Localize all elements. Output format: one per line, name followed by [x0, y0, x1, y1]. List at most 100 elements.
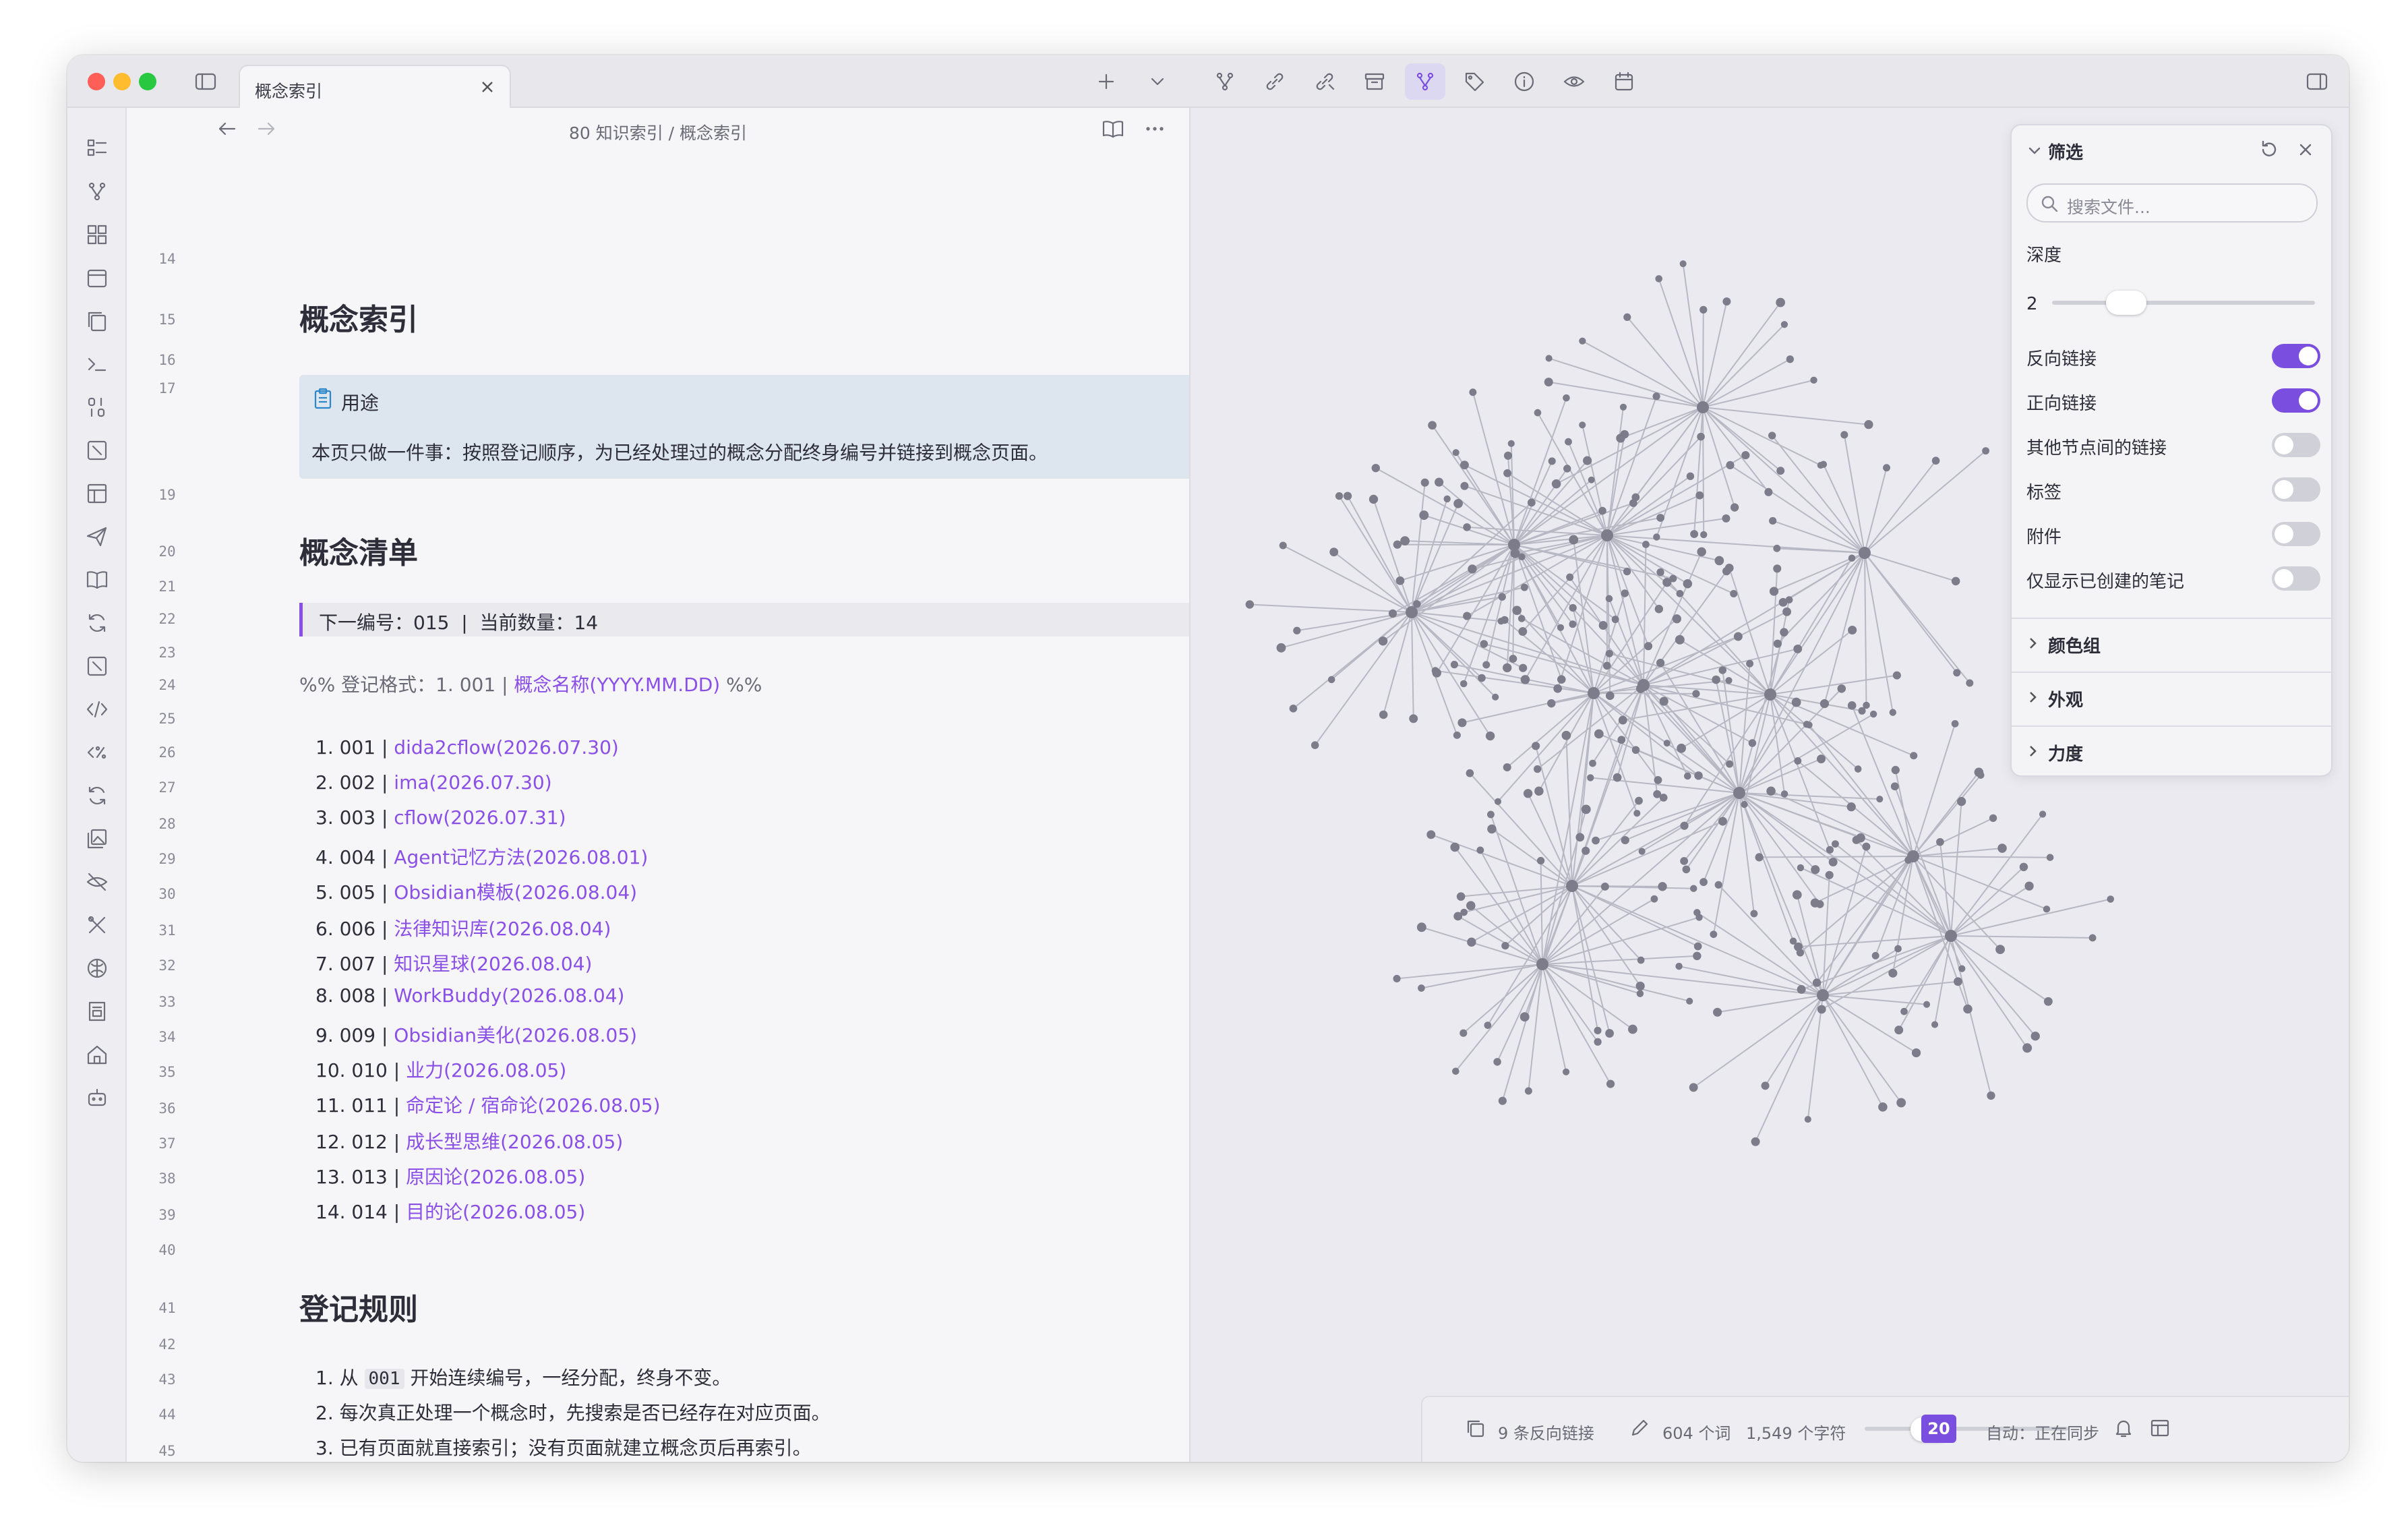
graph-node[interactable]: [2019, 862, 2028, 872]
graph-node[interactable]: [1693, 951, 1702, 961]
graph-node[interactable]: [1650, 895, 1658, 903]
graph-node[interactable]: [1982, 447, 1990, 455]
graph-node[interactable]: [1503, 451, 1513, 460]
close-window-button[interactable]: [88, 73, 105, 90]
graph-node[interactable]: [1527, 498, 1536, 507]
filter-section-label[interactable]: 外观: [2048, 686, 2083, 711]
concept-link[interactable]: Agent记忆方法(2026.08.01): [394, 846, 648, 868]
graph-hub-node[interactable]: [1907, 850, 1919, 862]
graph-node[interactable]: [1532, 742, 1540, 750]
graph-node[interactable]: [1509, 655, 1517, 663]
backlinks-count[interactable]: 9 条反向链接: [1498, 1420, 1594, 1444]
graph-node[interactable]: [1551, 479, 1561, 489]
sync-status[interactable]: 自动：正在同步: [1986, 1420, 2099, 1444]
graph-node[interactable]: [1311, 741, 1319, 749]
graph-node[interactable]: [1977, 771, 1985, 779]
graph-node[interactable]: [1695, 491, 1704, 500]
graph-node[interactable]: [1459, 1029, 1468, 1037]
graph-node[interactable]: [1594, 1026, 1602, 1035]
graph-node[interactable]: [1780, 321, 1788, 328]
graph-node[interactable]: [1812, 978, 1822, 987]
graph-node[interactable]: [1722, 297, 1731, 306]
graph-node[interactable]: [1699, 878, 1708, 887]
concept-link[interactable]: 法律知识库(2026.08.04): [394, 918, 611, 940]
graph-node[interactable]: [1575, 833, 1585, 842]
depth-slider-thumb[interactable]: [2106, 291, 2146, 315]
graph-node[interactable]: [1963, 1004, 1973, 1014]
graph-node[interactable]: [1388, 609, 1397, 618]
chevron-down-icon[interactable]: [2024, 140, 2045, 162]
outline-icon[interactable]: [85, 136, 109, 160]
graph-node[interactable]: [1654, 605, 1664, 614]
graph-node[interactable]: [1869, 710, 1877, 718]
graph-node[interactable]: [1699, 305, 1708, 314]
graph-node[interactable]: [1751, 1137, 1760, 1146]
graph-node[interactable]: [1623, 313, 1631, 322]
graph-node[interactable]: [1583, 456, 1592, 465]
graph-node[interactable]: [1480, 640, 1488, 648]
graph-node[interactable]: [1782, 607, 1792, 616]
graph-node[interactable]: [1811, 865, 1820, 875]
graph-node[interactable]: [1395, 576, 1405, 585]
graph-node[interactable]: [1848, 625, 1857, 635]
concept-link[interactable]: 业力(2026.08.05): [406, 1059, 566, 1082]
graph-node[interactable]: [1619, 403, 1627, 411]
graph-node[interactable]: [1517, 615, 1526, 622]
outgoing-links-icon[interactable]: [1263, 70, 1286, 93]
graph-node[interactable]: [1469, 388, 1477, 396]
layout-icon[interactable]: [85, 481, 109, 506]
comment-link[interactable]: 概念名称(YYYY.MM.DD): [514, 674, 720, 696]
bot-icon[interactable]: [85, 1086, 109, 1110]
graph-node[interactable]: [1426, 830, 1436, 839]
graph-node[interactable]: [1746, 659, 1754, 668]
graph-node[interactable]: [1487, 824, 1497, 834]
graph-node[interactable]: [1710, 930, 1718, 939]
graph-node[interactable]: [1524, 1087, 1532, 1095]
graph-node[interactable]: [1520, 675, 1530, 684]
graph-node[interactable]: [1741, 801, 1748, 808]
graph-node[interactable]: [1413, 600, 1421, 608]
graph-node[interactable]: [1718, 666, 1727, 674]
graph-node[interactable]: [1690, 530, 1699, 538]
graph-node[interactable]: [1416, 922, 1426, 932]
graph-node[interactable]: [1923, 1001, 1931, 1008]
graph-node[interactable]: [1460, 481, 1469, 490]
graph-node[interactable]: [1654, 775, 1662, 784]
concept-link[interactable]: WorkBuddy(2026.08.04): [394, 984, 624, 1007]
concept-link[interactable]: dida2cflow(2026.07.30): [394, 736, 619, 759]
graph-hub-node[interactable]: [1637, 679, 1650, 691]
graph-node[interactable]: [1689, 1083, 1698, 1092]
graph-node[interactable]: [1371, 463, 1380, 473]
graph-node[interactable]: [1562, 1068, 1570, 1075]
graph-node[interactable]: [1466, 901, 1476, 910]
graph-node[interactable]: [1379, 710, 1388, 719]
graph-node[interactable]: [1953, 669, 1961, 677]
graph-node[interactable]: [1579, 421, 1586, 429]
graph-node[interactable]: [1652, 392, 1660, 401]
graph-node[interactable]: [1769, 587, 1779, 596]
graph-node[interactable]: [2043, 906, 2051, 913]
graph-node[interactable]: [1589, 759, 1596, 767]
graph-node[interactable]: [1523, 789, 1533, 798]
graph-node[interactable]: [1837, 684, 1846, 693]
concept-link[interactable]: 知识星球(2026.08.04): [394, 953, 592, 975]
graph-node[interactable]: [1776, 297, 1786, 307]
graph-node[interactable]: [1697, 547, 1706, 557]
graph-node[interactable]: [1659, 697, 1668, 706]
send-icon[interactable]: [85, 525, 109, 549]
graph-node[interactable]: [1900, 1007, 1908, 1015]
tag-icon[interactable]: [1463, 70, 1486, 93]
graph-node[interactable]: [1883, 464, 1890, 472]
graph-node[interactable]: [1931, 1021, 1939, 1028]
sync-icon[interactable]: [85, 783, 109, 808]
graph-node[interactable]: [1563, 394, 1570, 402]
graph-node[interactable]: [1805, 721, 1813, 729]
eye-icon[interactable]: [1563, 70, 1586, 93]
graph-node[interactable]: [1958, 965, 1966, 972]
local-graph-icon[interactable]: [1405, 63, 1445, 100]
graph-node[interactable]: [1677, 743, 1686, 753]
graph-node[interactable]: [1633, 810, 1641, 817]
graph-node[interactable]: [2039, 810, 2047, 818]
graph-node[interactable]: [1852, 835, 1861, 844]
graph-node[interactable]: [1679, 260, 1687, 268]
